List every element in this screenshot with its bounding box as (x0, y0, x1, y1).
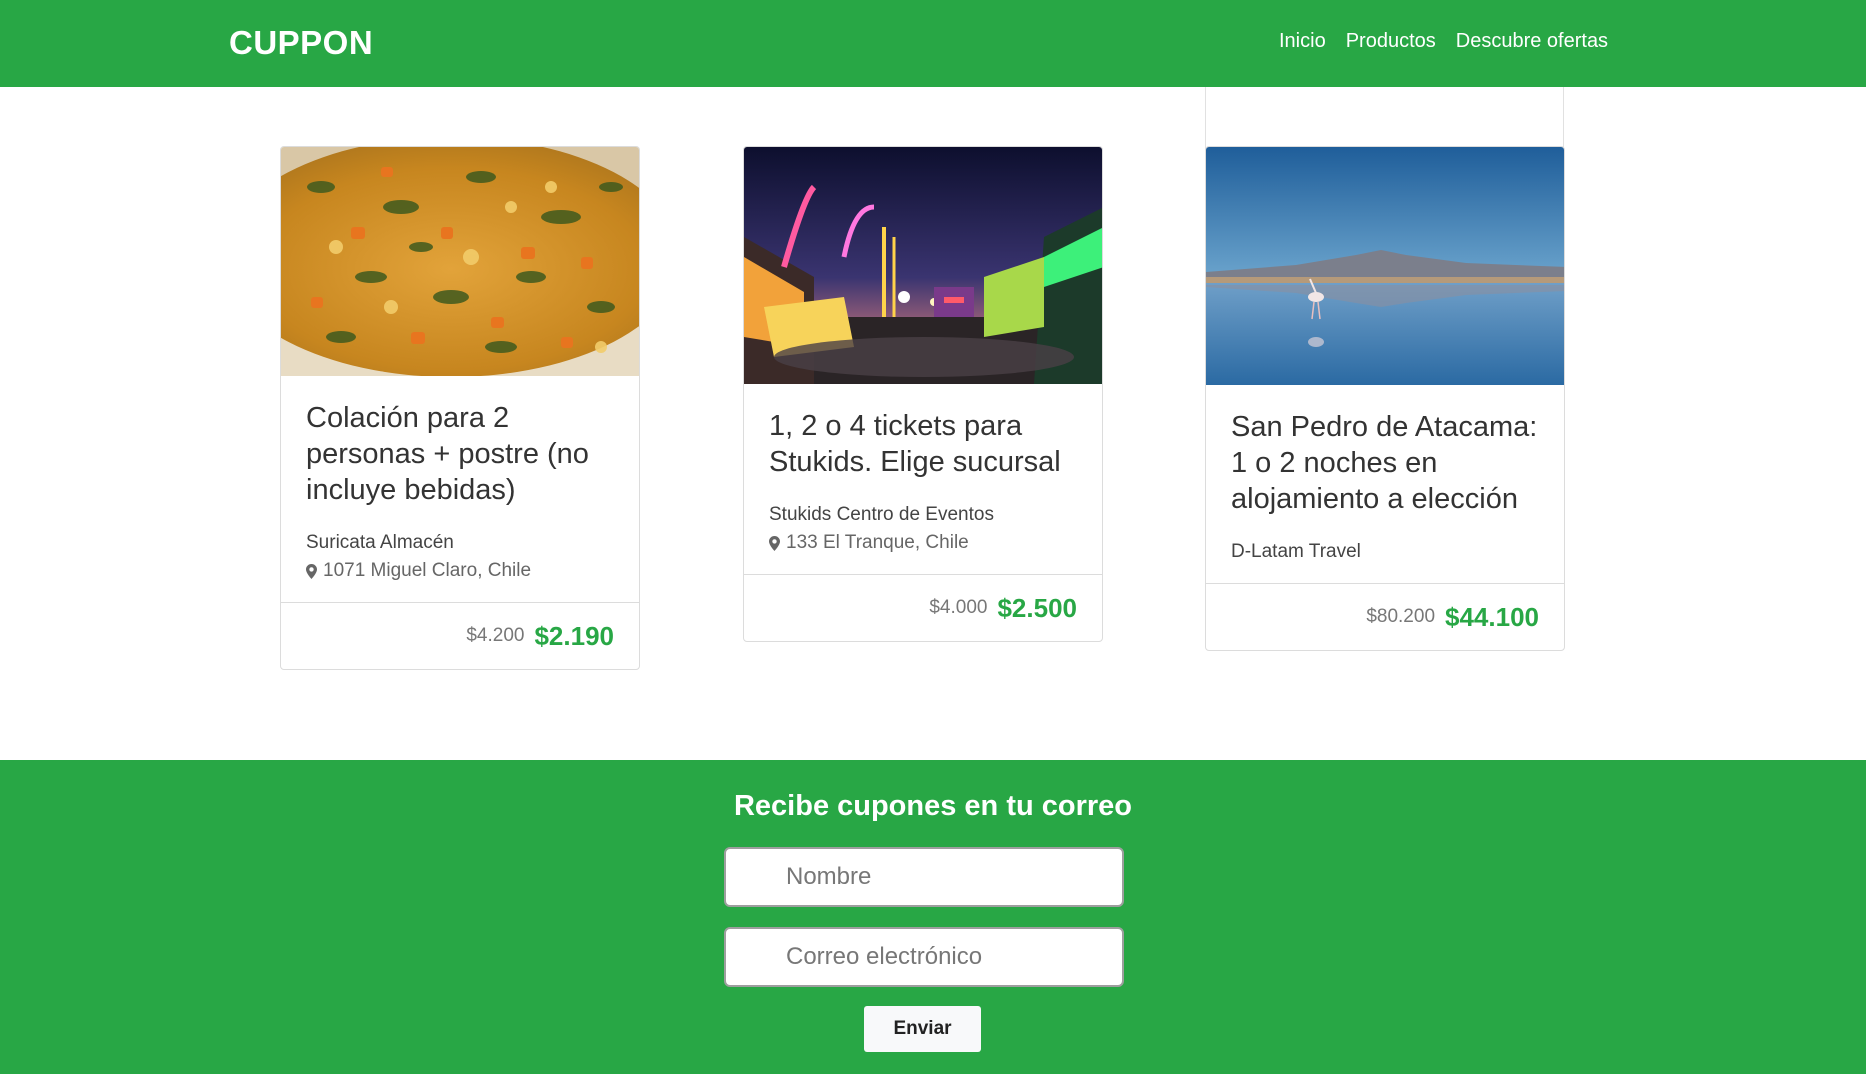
email-input[interactable] (724, 927, 1124, 987)
card-address-text: 133 El Tranque, Chile (786, 532, 969, 553)
card-address: 133 El Tranque, Chile (769, 532, 1077, 554)
nav-link-descubre-ofertas[interactable]: Descubre ofertas (1456, 30, 1608, 53)
product-card[interactable]: 1, 2 o 4 tickets para Stukids. Elige suc… (743, 146, 1103, 642)
brand-logo[interactable]: CUPPON (229, 24, 373, 62)
new-price: $2.500 (997, 592, 1077, 623)
card-body: San Pedro de Atacama: 1 o 2 noches en al… (1206, 385, 1564, 583)
old-price: $4.000 (929, 597, 988, 618)
newsletter-title: Recibe cupones en tu correo (733, 790, 1133, 822)
card-body: 1, 2 o 4 tickets para Stukids. Elige suc… (744, 384, 1102, 574)
new-price: $2.190 (534, 620, 614, 651)
card-title[interactable]: San Pedro de Atacama: 1 o 2 noches en al… (1231, 409, 1539, 517)
map-pin-icon (769, 535, 780, 551)
flamingo-lake-photo[interactable] (1206, 147, 1564, 385)
new-price: $44.100 (1445, 601, 1539, 632)
nav-link-productos[interactable]: Productos (1346, 30, 1436, 53)
food-photo[interactable] (281, 147, 639, 376)
product-card[interactable]: Colación para 2 personas + postre (no in… (280, 146, 640, 670)
card-title[interactable]: Colación para 2 personas + postre (no in… (306, 400, 614, 508)
card-address: 1071 Miguel Claro, Chile (306, 560, 614, 582)
old-price: $4.200 (466, 625, 525, 646)
product-card[interactable]: San Pedro de Atacama: 1 o 2 noches en al… (1205, 146, 1565, 651)
nav-links: Inicio Productos Descubre ofertas (1279, 30, 1628, 53)
card-title[interactable]: 1, 2 o 4 tickets para Stukids. Elige suc… (769, 408, 1077, 480)
card-merchant: Suricata Almacén (306, 532, 454, 553)
card-address-text: 1071 Miguel Claro, Chile (323, 560, 532, 581)
name-input[interactable] (724, 847, 1124, 907)
card-price-footer: $4.000 $2.500 (744, 574, 1102, 641)
card-price-footer: $4.200 $2.190 (281, 602, 639, 669)
navbar: CUPPON Inicio Productos Descubre ofertas (0, 0, 1866, 87)
submit-button[interactable]: Enviar (864, 1006, 981, 1052)
card-body: Colación para 2 personas + postre (no in… (281, 376, 639, 602)
map-pin-icon (306, 563, 317, 579)
old-price: $80.200 (1366, 606, 1436, 627)
card-merchant: D-Latam Travel (1231, 541, 1361, 562)
products-section: Colación para 2 personas + postre (no in… (0, 87, 1866, 760)
nav-link-inicio[interactable]: Inicio (1279, 30, 1326, 53)
newsletter-section: Recibe cupones en tu correo Enviar (0, 760, 1866, 1074)
card-price-footer: $80.200 $44.100 (1206, 583, 1564, 650)
fair-night-photo[interactable] (744, 147, 1102, 384)
card-merchant: Stukids Centro de Eventos (769, 504, 994, 525)
